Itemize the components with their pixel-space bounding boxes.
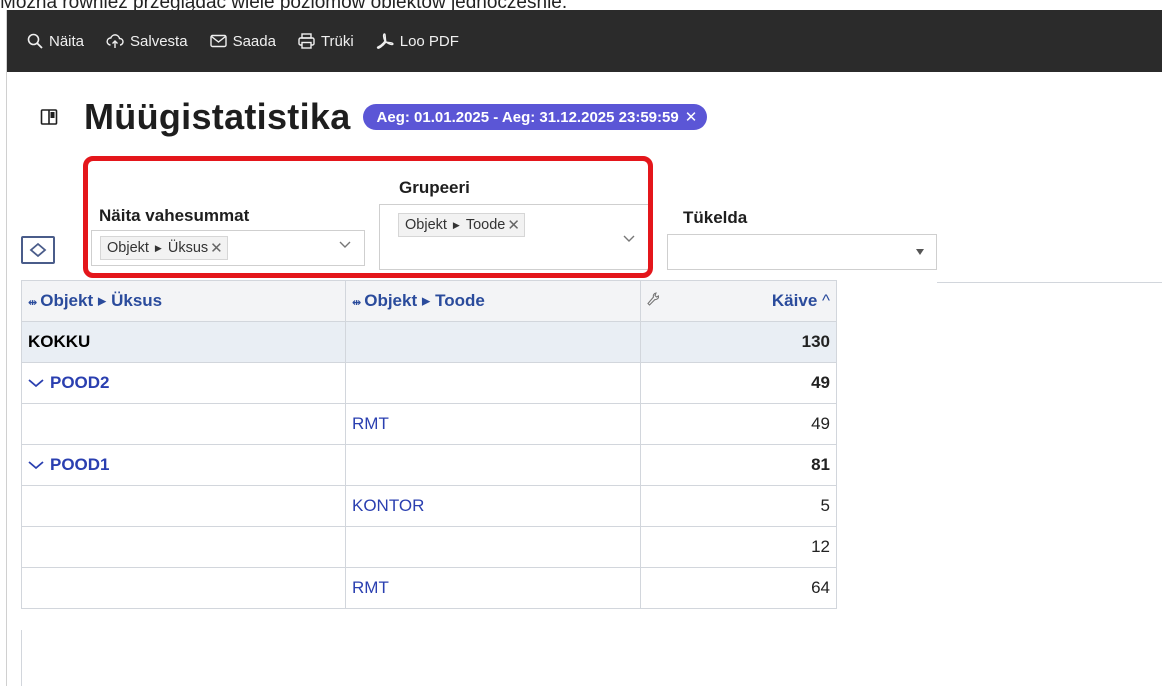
product-cell[interactable]	[345, 526, 641, 568]
product-cell[interactable]: RMT	[345, 403, 641, 445]
print-button[interactable]: Trüki	[298, 33, 354, 50]
sales-table: ⇹ Objekt ▸ Üksus ⇹ Objekt ▸ Toode Käive ^ …	[21, 280, 837, 609]
table-cell	[21, 485, 346, 527]
pin-icon[interactable]: ⇹	[28, 297, 37, 309]
pdf-icon	[376, 33, 394, 49]
cloud-upload-icon	[106, 34, 124, 48]
table-cell	[345, 321, 641, 363]
print-button-label: Trüki	[320, 32, 354, 50]
total-label: KOKKU	[21, 321, 346, 363]
chevron-down-icon[interactable]	[28, 455, 44, 475]
group-row: POOD1 81	[21, 444, 837, 486]
column-header-product[interactable]: ⇹ Objekt ▸ Toode	[345, 280, 641, 322]
send-button[interactable]: Saada	[209, 32, 276, 50]
value-cell: 49	[640, 403, 837, 445]
send-button-label: Saada	[232, 32, 276, 50]
group-value: 49	[640, 362, 837, 404]
value-cell: 5	[640, 485, 837, 527]
expand-collapse-toggle-button[interactable]	[21, 236, 55, 264]
group-row: POOD2 49	[21, 362, 837, 404]
toolbar: Näita Salvesta Saada Trüki Loo PDF	[7, 10, 1162, 72]
show-button[interactable]: Näita	[27, 33, 84, 50]
date-filter-chip[interactable]: Aeg: 01.01.2025 - Aeg: 31.12.2025 23:59:…	[362, 104, 708, 130]
dropdown-arrow-icon[interactable]	[914, 245, 926, 263]
wrench-icon[interactable]	[647, 291, 660, 311]
app-window: Näita Salvesta Saada Trüki Loo PDF Müügi…	[6, 10, 1162, 686]
table-empty-area	[21, 630, 837, 686]
split-select[interactable]	[667, 234, 937, 270]
table-cell	[21, 567, 346, 609]
value-cell: 12	[640, 526, 837, 568]
envelope-icon	[209, 34, 227, 48]
create-pdf-button-label: Loo PDF	[399, 32, 459, 50]
table-row: RMT 64	[21, 567, 837, 609]
pin-icon[interactable]: ⇹	[352, 297, 361, 309]
table-header-row: ⇹ Objekt ▸ Üksus ⇹ Objekt ▸ Toode Käive ^	[21, 280, 837, 322]
table-cell	[21, 403, 346, 445]
split-label: Tükelda	[683, 208, 748, 227]
date-filter-label: Aeg: 01.01.2025 - Aeg: 31.12.2025 23:59:…	[376, 108, 679, 126]
table-cell	[345, 444, 641, 486]
group-cell[interactable]: POOD1	[21, 444, 346, 486]
table-row: RMT 49	[21, 403, 837, 445]
table-row: KONTOR 5	[21, 485, 837, 527]
group-cell[interactable]: POOD2	[21, 362, 346, 404]
total-row: KOKKU 130	[21, 321, 837, 363]
printer-icon	[298, 33, 315, 49]
save-button[interactable]: Salvesta	[106, 33, 188, 50]
diamond-toggle-icon	[29, 242, 47, 258]
highlight-box	[83, 156, 653, 278]
date-filter-remove-icon[interactable]: ✕	[685, 108, 698, 126]
product-cell[interactable]: KONTOR	[345, 485, 641, 527]
book-icon[interactable]	[40, 108, 58, 126]
create-pdf-button[interactable]: Loo PDF	[376, 33, 459, 50]
group-value: 81	[640, 444, 837, 486]
chevron-down-icon[interactable]	[28, 373, 44, 393]
product-cell[interactable]: RMT	[345, 567, 641, 609]
title-row: Müügistatistika Aeg: 01.01.2025 - Aeg: 3…	[7, 96, 708, 138]
column-header-turnover[interactable]: Käive ^	[640, 280, 837, 322]
sort-ascending-icon[interactable]: ^	[822, 291, 830, 310]
table-row: 12	[21, 526, 837, 568]
search-icon	[27, 33, 43, 49]
page-title: Müügistatistika	[84, 96, 351, 137]
divider	[937, 282, 1162, 283]
column-header-unit[interactable]: ⇹ Objekt ▸ Üksus	[21, 280, 346, 322]
table-cell	[21, 526, 346, 568]
total-value: 130	[640, 321, 837, 363]
table-cell	[345, 362, 641, 404]
save-button-label: Salvesta	[130, 32, 188, 50]
show-button-label: Näita	[49, 32, 85, 50]
value-cell: 64	[640, 567, 837, 609]
